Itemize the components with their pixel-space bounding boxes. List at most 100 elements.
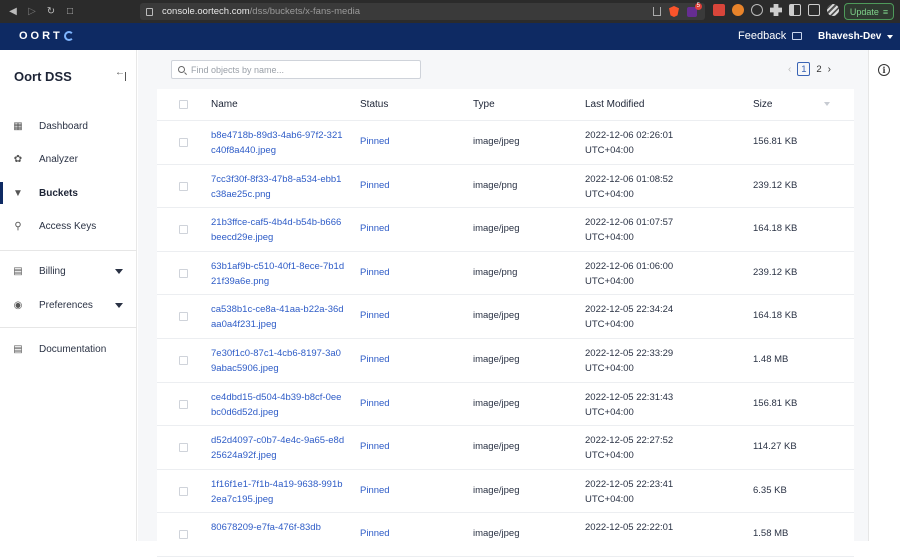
status-pinned[interactable]: Pinned	[360, 136, 390, 147]
rewards-icon[interactable]: 5	[687, 2, 702, 17]
column-header-last-modified[interactable]: Last Modified	[585, 99, 644, 110]
extensions-bar	[713, 4, 839, 16]
page-1-button[interactable]: 1	[797, 62, 811, 76]
table-row[interactable]: 1f16f1e1-7f1b-4a19-9638-991b2ea7c195.jpe…	[157, 470, 854, 514]
status-pinned[interactable]: Pinned	[360, 485, 390, 496]
status-pinned[interactable]: Pinned	[360, 223, 390, 234]
object-name-link[interactable]: 1f16f1e1-7f1b-4a19-9638-991b2ea7c195.jpe…	[211, 477, 346, 507]
row-checkbox[interactable]	[179, 312, 188, 322]
wallet-icon[interactable]	[808, 4, 820, 16]
status-pinned[interactable]: Pinned	[360, 180, 390, 191]
object-size: 156.81 KB	[753, 136, 798, 147]
table-row[interactable]: 21b3ffce-caf5-4b4d-b54b-b666beecd29e.jpe…	[157, 208, 854, 252]
sidebar-item-label: Analyzer	[39, 153, 78, 165]
column-header-size[interactable]: Size	[753, 99, 772, 110]
row-checkbox[interactable]	[179, 138, 188, 147]
object-name-link[interactable]: ca538b1c-ce8a-41aa-b22a-36daa0a4f231.jpe…	[211, 302, 346, 332]
metamask-extension-icon[interactable]	[732, 4, 744, 16]
status-pinned[interactable]: Pinned	[360, 267, 390, 278]
object-size: 164.18 KB	[753, 223, 798, 235]
object-size: 164.18 KB	[753, 310, 798, 322]
column-header-name[interactable]: Name	[211, 99, 238, 110]
table-row[interactable]: ca538b1c-ce8a-41aa-b22a-36daa0a4f231.jpe…	[157, 295, 854, 339]
sidebar-item-dashboard[interactable]: ▦ Dashboard	[0, 113, 137, 139]
row-checkbox[interactable]	[179, 530, 188, 540]
sort-icon[interactable]	[824, 102, 830, 106]
brave-shield-icon[interactable]	[669, 6, 679, 17]
vpn-extension-icon[interactable]	[751, 4, 763, 16]
sidebar-item-analyzer[interactable]: ✿ Analyzer	[0, 146, 137, 172]
reload-icon[interactable]: ↻	[46, 6, 56, 17]
rewards-badge: 5	[694, 2, 702, 10]
bookmark-icon[interactable]: □	[65, 6, 75, 17]
object-name-link[interactable]: b8e4718b-89d3-4ab6-97f2-321c40f8a440.jpe…	[211, 128, 346, 158]
chat-icon	[792, 32, 803, 40]
chevron-down-icon	[115, 268, 123, 274]
sidebar-item-buckets[interactable]: ▼ Buckets	[0, 180, 137, 206]
back-icon[interactable]: ◀	[8, 6, 18, 17]
table-row[interactable]: ce4dbd15-d504-4b39-b8cf-0eebc0d6d52d.jpe…	[157, 383, 854, 427]
table-row[interactable]: b8e4718b-89d3-4ab6-97f2-321c40f8a440.jpe…	[157, 121, 854, 165]
user-menu[interactable]: Bhavesh-Dev	[818, 31, 894, 42]
table-row[interactable]: 63b1af9b-c510-40f1-8ece-7b1d21f39a6e.png…	[157, 252, 854, 296]
prev-page-icon[interactable]: ‹	[788, 64, 791, 75]
address-bar[interactable]: console.oortech.com/dss/buckets/x-fans-m…	[140, 2, 705, 20]
table-row[interactable]: d52d4097-c0b7-4e4c-9a65-e8d25624a92f.jpe…	[157, 426, 854, 470]
forward-icon[interactable]: ▷	[27, 6, 37, 17]
sidebar-toggle-icon[interactable]	[789, 4, 801, 16]
last-modified: 2022-12-05 22:33:29 UTC+04:00	[585, 346, 705, 376]
search-box[interactable]	[171, 60, 421, 79]
last-modified: 2022-12-05 22:27:52 UTC+04:00	[585, 433, 705, 463]
table-row[interactable]: 7cc3f30f-8f33-47b8-a534-ebb1c38ae25c.png…	[157, 165, 854, 209]
search-input[interactable]	[191, 64, 411, 75]
status-pinned[interactable]: Pinned	[360, 398, 390, 409]
update-button[interactable]: Update ≡	[844, 3, 894, 20]
share-icon[interactable]	[653, 7, 661, 16]
object-name-link[interactable]: 80678209-e7fa-476f-83db	[211, 520, 346, 535]
info-icon[interactable]: i	[878, 64, 890, 76]
row-checkbox[interactable]	[179, 268, 188, 278]
modified-date: 2022-12-05 22:33:29	[585, 347, 674, 359]
table-row[interactable]: 80678209-e7fa-476f-83db Pinned image/jpeg 2…	[157, 513, 854, 557]
chevron-down-icon	[115, 302, 123, 308]
next-page-icon[interactable]: ›	[828, 64, 831, 75]
modified-date: 2022-12-06 01:08:52	[585, 173, 674, 185]
status-pinned[interactable]: Pinned	[360, 528, 390, 539]
status-pinned[interactable]: Pinned	[360, 310, 390, 321]
row-checkbox[interactable]	[179, 443, 188, 453]
row-checkbox[interactable]	[179, 181, 188, 191]
browser-nav: ◀ ▷ ↻ □	[0, 6, 135, 17]
status-pinned[interactable]: Pinned	[360, 354, 390, 365]
object-name-link[interactable]: d52d4097-c0b7-4e4c-9a65-e8d25624a92f.jpe…	[211, 433, 346, 463]
sidebar-item-documentation[interactable]: ▤ Documentation	[0, 336, 137, 362]
sidebar-divider	[0, 250, 137, 251]
collapse-sidebar-icon[interactable]	[115, 67, 126, 81]
object-name-link[interactable]: 7e30f1c0-87c1-4cb6-8197-3a09abac5906.jpe…	[211, 346, 346, 376]
extensions-icon[interactable]	[770, 4, 782, 16]
row-checkbox[interactable]	[179, 355, 188, 365]
page-2-button[interactable]: 2	[816, 64, 821, 75]
row-checkbox[interactable]	[179, 486, 188, 496]
select-all-checkbox[interactable]	[179, 100, 188, 109]
object-name-link[interactable]: ce4dbd15-d504-4b39-b8cf-0eebc0d6d52d.jpe…	[211, 390, 346, 420]
sidebar-item-billing[interactable]: ▤ Billing	[0, 258, 137, 284]
gmail-extension-icon[interactable]	[713, 4, 725, 16]
oort-logo[interactable]: OORT	[19, 30, 74, 42]
row-checkbox[interactable]	[179, 399, 188, 409]
object-name-link[interactable]: 21b3ffce-caf5-4b4d-b54b-b666beecd29e.jpe…	[211, 215, 346, 245]
object-name-link[interactable]: 63b1af9b-c510-40f1-8ece-7b1d21f39a6e.png	[211, 259, 346, 289]
feedback-button[interactable]: Feedback	[738, 30, 803, 42]
table-header: Name Status Type Last Modified Size	[157, 89, 854, 121]
sidebar-item-preferences[interactable]: ◉ Preferences	[0, 292, 137, 318]
status-pinned[interactable]: Pinned	[360, 441, 390, 452]
modified-date: 2022-12-05 22:31:43	[585, 391, 674, 403]
key-icon: ⚲	[14, 220, 22, 232]
table-row[interactable]: 7e30f1c0-87c1-4cb6-8197-3a09abac5906.jpe…	[157, 339, 854, 383]
column-header-status[interactable]: Status	[360, 99, 388, 110]
row-checkbox[interactable]	[179, 225, 188, 235]
column-header-type[interactable]: Type	[473, 99, 495, 110]
last-modified: 2022-12-05 22:34:24 UTC+04:00	[585, 302, 705, 332]
sidebar-item-access-keys[interactable]: ⚲ Access Keys	[0, 213, 137, 239]
object-name-link[interactable]: 7cc3f30f-8f33-47b8-a534-ebb1c38ae25c.png	[211, 172, 346, 202]
profile-icon[interactable]	[827, 4, 839, 16]
